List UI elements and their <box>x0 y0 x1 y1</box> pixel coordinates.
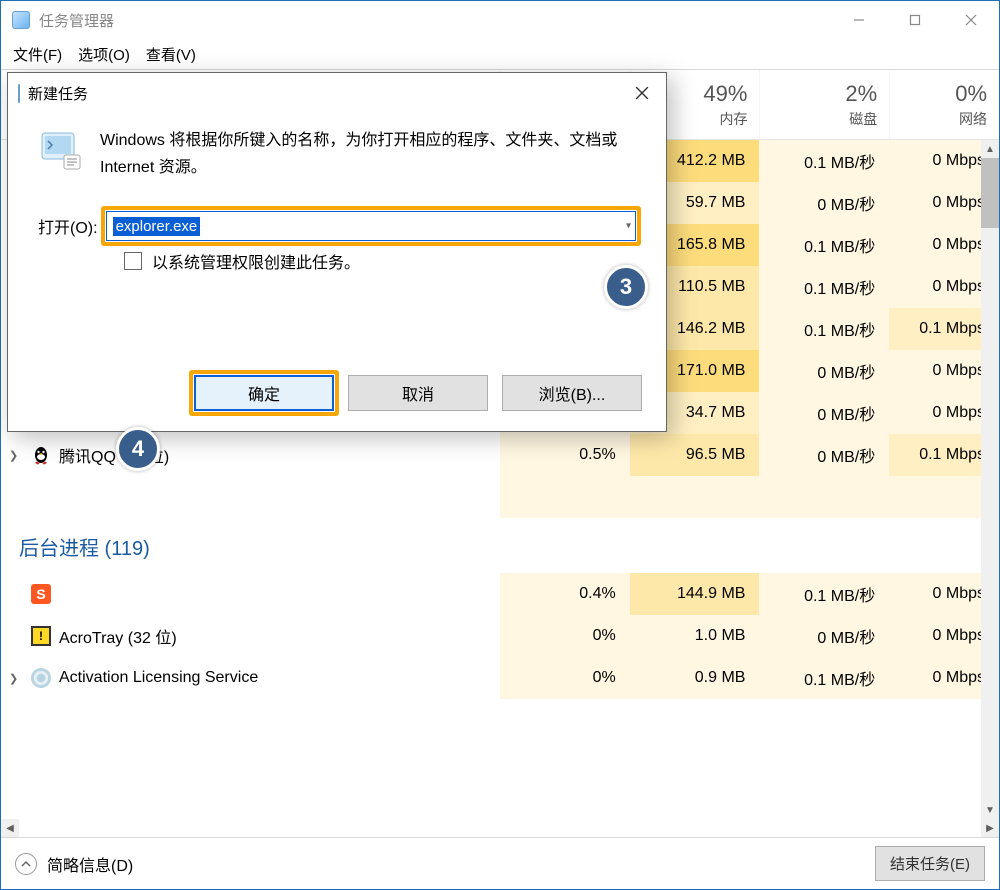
process-icon: ! <box>31 626 51 646</box>
process-icon <box>31 445 51 465</box>
collapse-toggle[interactable]: 简略信息(D) <box>15 852 133 876</box>
horizontal-scrollbar[interactable]: ◀ ▶ <box>1 819 999 837</box>
dialog-titlebar: 新建任务 <box>8 73 666 113</box>
window-controls <box>831 1 999 39</box>
cell-memory: 144.9 MB <box>630 573 760 615</box>
scroll-down-icon[interactable]: ▼ <box>981 801 999 819</box>
open-label: 打开(O): <box>38 214 98 238</box>
dialog-description: Windows 将根据你所键入的名称，为你打开相应的程序、文件夹、文档或 Int… <box>100 127 636 181</box>
open-value: explorer.exe <box>113 217 201 236</box>
expander-icon[interactable]: ❯ <box>9 449 23 462</box>
ok-button[interactable]: 确定 <box>194 375 334 411</box>
menubar: 文件(F) 选项(O) 查看(V) <box>1 39 999 69</box>
run-icon <box>18 85 20 102</box>
cancel-button[interactable]: 取消 <box>348 375 488 411</box>
vertical-scrollbar[interactable]: ▲ ▼ <box>981 140 999 819</box>
end-task-button[interactable]: 结束任务(E) <box>875 846 985 881</box>
task-manager-window: 任务管理器 文件(F) 选项(O) 查看(V) 61% CPU 49% 内存 <box>0 0 1000 890</box>
dialog-close-button[interactable] <box>624 79 660 107</box>
cell-disk: 0.1 MB/秒 <box>759 308 889 350</box>
new-task-dialog: 新建任务 Windows 将根据你所键入的名称，为你打开相应的程序、文件夹、文档… <box>7 72 667 432</box>
cell-memory: 96.5 MB <box>630 434 760 476</box>
maximize-button[interactable] <box>887 1 943 39</box>
group-header-background[interactable]: 后台进程 (119) <box>1 518 999 573</box>
titlebar: 任务管理器 <box>1 1 999 39</box>
menu-view[interactable]: 查看(V) <box>142 42 200 67</box>
cell-cpu: 0% <box>500 615 630 657</box>
admin-checkbox-label: 以系统管理权限创建此任务。 <box>152 249 360 273</box>
table-row[interactable]: S 0.4% 144.9 MB 0.1 MB/秒 0 Mbps <box>1 573 999 615</box>
table-row[interactable]: ! AcroTray (32 位) 0% 1.0 MB 0 MB/秒 0 Mbp… <box>1 615 999 657</box>
scroll-thumb[interactable] <box>981 158 999 228</box>
cell-disk: 0 MB/秒 <box>759 350 889 392</box>
scroll-left-icon[interactable]: ◀ <box>1 819 19 837</box>
run-big-icon <box>38 127 82 171</box>
menu-options[interactable]: 选项(O) <box>74 42 134 67</box>
cell-cpu: 0% <box>500 657 630 699</box>
cell-memory: 1.0 MB <box>630 615 760 657</box>
h-scroll-thumb[interactable] <box>19 819 981 837</box>
process-icon <box>31 668 51 688</box>
close-button[interactable] <box>943 1 999 39</box>
app-icon <box>11 10 31 30</box>
open-combobox[interactable]: explorer.exe ▾ <box>106 211 636 241</box>
table-row[interactable]: ❯ Activation Licensing Service 0% 0.9 MB… <box>1 657 999 699</box>
annotation-badge-4: 4 <box>116 427 160 471</box>
cell-memory: 0.9 MB <box>630 657 760 699</box>
col-network[interactable]: 0% 网络 <box>889 70 999 139</box>
cell-disk: 0.1 MB/秒 <box>759 140 889 182</box>
scroll-up-icon[interactable]: ▲ <box>981 140 999 158</box>
cell-disk: 0.1 MB/秒 <box>759 224 889 266</box>
annotation-badge-3: 3 <box>604 265 648 309</box>
footer: 简略信息(D) 结束任务(E) <box>1 837 999 889</box>
table-row <box>1 476 999 518</box>
cell-disk: 0 MB/秒 <box>759 615 889 657</box>
admin-checkbox[interactable] <box>124 252 142 270</box>
scroll-right-icon[interactable]: ▶ <box>981 819 999 837</box>
cell-cpu: 0.4% <box>500 573 630 615</box>
cell-disk: 0 MB/秒 <box>759 434 889 476</box>
dialog-title: 新建任务 <box>28 83 88 104</box>
process-name: AcroTray (32 位) <box>59 624 177 648</box>
cell-cpu: 0.5% <box>500 434 630 476</box>
cell-disk: 0.1 MB/秒 <box>759 266 889 308</box>
process-name: Activation Licensing Service <box>59 669 258 687</box>
cell-disk: 0 MB/秒 <box>759 392 889 434</box>
process-icon: S <box>31 584 51 604</box>
cell-disk: 0.1 MB/秒 <box>759 657 889 699</box>
minimize-button[interactable] <box>831 1 887 39</box>
cell-disk: 0 MB/秒 <box>759 182 889 224</box>
chevron-up-icon <box>15 853 37 875</box>
browse-button[interactable]: 浏览(B)... <box>502 375 642 411</box>
menu-file[interactable]: 文件(F) <box>9 42 66 67</box>
cell-disk: 0.1 MB/秒 <box>759 573 889 615</box>
window-title: 任务管理器 <box>39 10 831 31</box>
chevron-down-icon[interactable]: ▾ <box>626 221 631 232</box>
expander-icon[interactable]: ❯ <box>9 672 23 685</box>
col-disk[interactable]: 2% 磁盘 <box>759 70 889 139</box>
